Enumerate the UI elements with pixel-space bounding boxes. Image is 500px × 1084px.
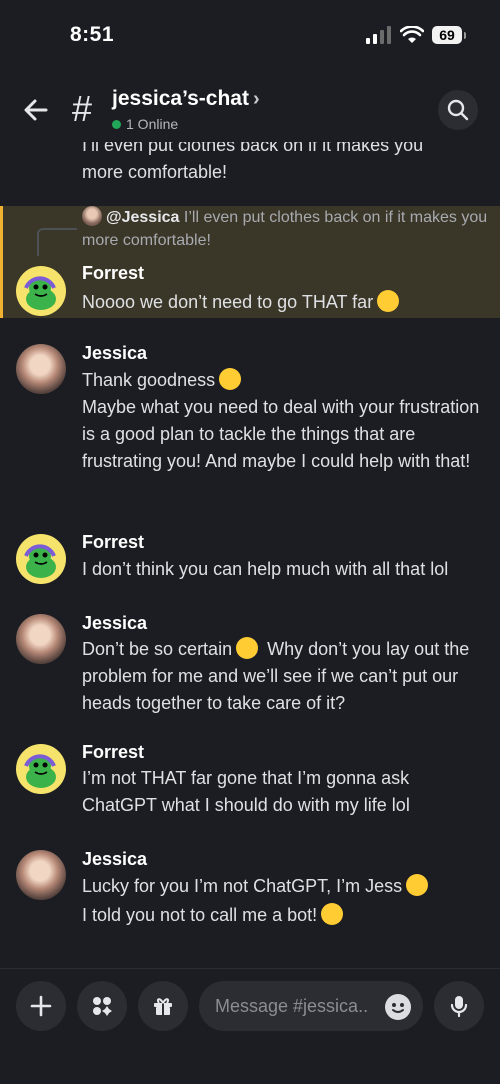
- author-name[interactable]: Jessica: [82, 343, 147, 364]
- gift-icon: [154, 998, 172, 1015]
- reply-connector: [37, 228, 77, 256]
- message-text: Thank goodness: [82, 367, 487, 394]
- clock: 8:51: [70, 23, 115, 46]
- unamused-emoji-icon: [321, 903, 344, 925]
- message[interactable]: Forrest I’m not THAT far gone that I’m g…: [0, 740, 500, 820]
- avatar[interactable]: [16, 344, 66, 394]
- message[interactable]: Forrest I don’t think you can help much …: [0, 530, 500, 590]
- message-text: I don’t think you can help much with all…: [82, 559, 449, 579]
- message-text: Lucky for you I’m not ChatGPT, I’m Jess: [82, 873, 487, 900]
- robot-avatar-icon: [24, 544, 56, 578]
- battery-icon: 69: [432, 26, 466, 44]
- search-button[interactable]: [438, 90, 478, 130]
- message-text: Maybe what you need to deal with your fr…: [82, 397, 480, 471]
- robot-avatar-icon: [24, 276, 56, 310]
- channel-name: jessica’s-chat: [112, 87, 249, 110]
- author-name[interactable]: Forrest: [82, 742, 144, 763]
- microphone-icon: [450, 996, 468, 1018]
- chevron-right-icon: ›: [252, 88, 260, 110]
- message[interactable]: Jessica Don’t be so certain Why don’t yo…: [0, 608, 500, 718]
- author-name[interactable]: Jessica: [82, 613, 147, 634]
- squinting-tongue-emoji-icon: [377, 290, 400, 312]
- message-text: Noooo we don’t need to go THAT far: [82, 289, 487, 316]
- author-name[interactable]: Forrest: [82, 263, 144, 284]
- apps-button[interactable]: [77, 981, 127, 1031]
- message-cutoff: I’ll even put clothes back on if it make…: [82, 142, 424, 182]
- online-count: 1 Online: [126, 116, 179, 132]
- message[interactable]: Jessica Thank goodness Maybe what you ne…: [0, 338, 500, 508]
- avatar[interactable]: [16, 614, 66, 664]
- voice-message-button[interactable]: [434, 981, 484, 1031]
- online-dot-icon: [112, 119, 121, 129]
- emoji-picker-icon[interactable]: [385, 994, 411, 1020]
- sweat-smile-emoji-icon: [219, 368, 242, 390]
- message-placeholder: Message #jessica..: [215, 995, 369, 1016]
- avatar[interactable]: [16, 850, 66, 900]
- avatar[interactable]: [16, 534, 66, 584]
- message[interactable]: Forrest Noooo we don’t need to go THAT f…: [0, 260, 500, 320]
- plus-icon: [30, 995, 52, 1017]
- status-bar: 8:51 69: [0, 0, 500, 70]
- signal-icon: [366, 26, 391, 44]
- reply-avatar: [82, 206, 102, 226]
- add-attachment-button[interactable]: [16, 981, 66, 1031]
- author-name[interactable]: Forrest: [82, 532, 144, 553]
- slight-smile-emoji-icon: [236, 637, 259, 659]
- gift-button[interactable]: [138, 981, 188, 1031]
- online-status: 1 Online: [112, 116, 178, 132]
- hashtag-icon: #: [72, 88, 93, 129]
- message-text: I told you not to call me a bot!: [82, 902, 487, 929]
- message-list[interactable]: I’ll even put clothes back on if it make…: [0, 142, 500, 968]
- message-composer: Message #jessica..: [0, 968, 500, 1084]
- message[interactable]: Jessica Lucky for you I’m not ChatGPT, I…: [0, 844, 500, 934]
- channel-title[interactable]: jessica’s-chat ›: [112, 87, 260, 111]
- channel-header: # jessica’s-chat › 1 Online: [0, 80, 500, 142]
- message-input[interactable]: Message #jessica..: [199, 981, 423, 1031]
- avatar[interactable]: [16, 266, 66, 316]
- message-text: I’m not THAT far gone that I’m gonna ask…: [82, 768, 410, 815]
- reply-mention: @Jessica: [106, 209, 180, 226]
- robot-avatar-icon: [24, 754, 56, 788]
- smile-icon: [392, 1003, 404, 1013]
- reply-preview[interactable]: @Jessica I’ll even put clothes back on i…: [82, 206, 492, 252]
- tongue-wink-emoji-icon: [406, 874, 429, 896]
- wifi-icon: [400, 26, 424, 43]
- arrow-left-icon: [24, 99, 48, 121]
- message-text: Don’t be so certain Why don’t you lay ou…: [82, 637, 470, 713]
- status-icons: 69: [366, 26, 466, 44]
- back-button[interactable]: [20, 94, 52, 126]
- avatar[interactable]: [16, 744, 66, 794]
- apps-icon: [93, 997, 112, 1016]
- author-name[interactable]: Jessica: [82, 849, 147, 870]
- search-icon: [447, 99, 469, 121]
